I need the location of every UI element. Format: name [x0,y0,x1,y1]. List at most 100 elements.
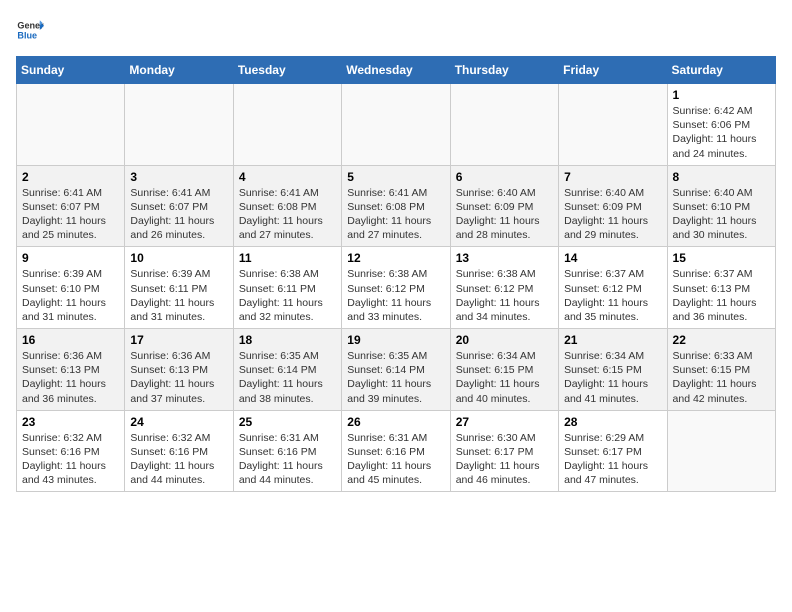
calendar-cell [17,84,125,166]
week-row-2: 2 Sunrise: 6:41 AMSunset: 6:07 PMDaylight… [17,165,776,247]
day-number: 19 [347,333,444,347]
calendar-cell: 20Sunrise: 6:34 AMSunset: 6:15 PMDayligh… [450,329,558,411]
calendar-cell: 15 Sunrise: 6:37 AMSunset: 6:13 PMDayligh… [667,247,775,329]
day-info: Sunrise: 6:31 AMSunset: 6:16 PMDaylight:… [239,431,336,488]
calendar-cell [233,84,341,166]
day-info: Sunrise: 6:32 AMSunset: 6:16 PMDaylight:… [130,431,227,488]
calendar-cell [559,84,667,166]
calendar-cell [125,84,233,166]
day-number: 15 [673,251,770,265]
day-info: Sunrise: 6:35 AMSunset: 6:14 PMDaylight:… [347,349,444,406]
day-info: Sunrise: 6:41 AMSunset: 6:08 PMDaylight:… [347,186,444,243]
calendar-cell: 18 Sunrise: 6:35 AMSunset: 6:14 PMDayligh… [233,329,341,411]
day-info: Sunrise: 6:41 AMSunset: 6:08 PMDaylight:… [239,186,336,243]
day-number: 4 [239,170,336,184]
day-number: 6 [456,170,553,184]
day-number: 20 [456,333,553,347]
day-number: 27 [456,415,553,429]
day-number: 7 [564,170,661,184]
page-header: General Blue [16,16,776,44]
calendar-cell: 25 Sunrise: 6:31 AMSunset: 6:16 PMDayligh… [233,410,341,492]
svg-text:Blue: Blue [17,30,37,40]
day-number: 26 [347,415,444,429]
day-number: 9 [22,251,119,265]
day-info: Sunrise: 6:38 AMSunset: 6:12 PMDaylight:… [347,267,444,324]
day-info: Sunrise: 6:39 AMSunset: 6:10 PMDaylight:… [22,267,119,324]
day-number: 25 [239,415,336,429]
day-number: 2 [22,170,119,184]
weekday-header-friday: Friday [559,57,667,84]
calendar-cell: 28 Sunrise: 6:29 AMSunset: 6:17 PMDayligh… [559,410,667,492]
calendar-cell: 19 Sunrise: 6:35 AMSunset: 6:14 PMDayligh… [342,329,450,411]
day-info: Sunrise: 6:35 AMSunset: 6:14 PMDaylight:… [239,349,336,406]
day-number: 18 [239,333,336,347]
calendar-cell: 3Sunrise: 6:41 AMSunset: 6:07 PMDaylight… [125,165,233,247]
calendar-cell: 8 Sunrise: 6:40 AMSunset: 6:10 PMDaylight… [667,165,775,247]
weekday-header-sunday: Sunday [17,57,125,84]
day-number: 14 [564,251,661,265]
weekday-header-thursday: Thursday [450,57,558,84]
day-info: Sunrise: 6:39 AMSunset: 6:11 PMDaylight:… [130,267,227,324]
weekday-header-tuesday: Tuesday [233,57,341,84]
week-row-3: 9 Sunrise: 6:39 AMSunset: 6:10 PMDaylight… [17,247,776,329]
calendar-cell: 24 Sunrise: 6:32 AMSunset: 6:16 PMDayligh… [125,410,233,492]
day-number: 13 [456,251,553,265]
calendar-cell: 1 Sunrise: 6:42 AMSunset: 6:06 PMDaylight… [667,84,775,166]
day-number: 3 [130,170,227,184]
logo: General Blue [16,16,44,44]
calendar-cell: 12 Sunrise: 6:38 AMSunset: 6:12 PMDayligh… [342,247,450,329]
calendar-cell: 21 Sunrise: 6:34 AMSunset: 6:15 PMDayligh… [559,329,667,411]
calendar-cell: 26 Sunrise: 6:31 AMSunset: 6:16 PMDayligh… [342,410,450,492]
day-number: 23 [22,415,119,429]
calendar-cell: 5 Sunrise: 6:41 AMSunset: 6:08 PMDaylight… [342,165,450,247]
day-info: Sunrise: 6:40 AMSunset: 6:09 PMDaylight:… [456,186,553,243]
weekday-header-wednesday: Wednesday [342,57,450,84]
day-info: Sunrise: 6:37 AMSunset: 6:12 PMDaylight:… [564,267,661,324]
calendar-cell: 17 Sunrise: 6:36 AMSunset: 6:13 PMDayligh… [125,329,233,411]
day-number: 16 [22,333,119,347]
day-number: 12 [347,251,444,265]
day-info: Sunrise: 6:42 AMSunset: 6:06 PMDaylight:… [673,104,770,161]
logo-icon: General Blue [16,16,44,44]
day-number: 8 [673,170,770,184]
day-number: 28 [564,415,661,429]
day-number: 22 [673,333,770,347]
calendar-cell [342,84,450,166]
weekday-header-monday: Monday [125,57,233,84]
calendar-cell: 2 Sunrise: 6:41 AMSunset: 6:07 PMDaylight… [17,165,125,247]
calendar-cell: 10 Sunrise: 6:39 AMSunset: 6:11 PMDayligh… [125,247,233,329]
day-number: 5 [347,170,444,184]
calendar-cell: 7 Sunrise: 6:40 AMSunset: 6:09 PMDaylight… [559,165,667,247]
day-info: Sunrise: 6:31 AMSunset: 6:16 PMDaylight:… [347,431,444,488]
calendar-cell: 14 Sunrise: 6:37 AMSunset: 6:12 PMDayligh… [559,247,667,329]
weekday-header-row: SundayMondayTuesdayWednesdayThursdayFrid… [17,57,776,84]
calendar-cell: 9 Sunrise: 6:39 AMSunset: 6:10 PMDaylight… [17,247,125,329]
calendar-cell [450,84,558,166]
week-row-1: 1 Sunrise: 6:42 AMSunset: 6:06 PMDaylight… [17,84,776,166]
day-number: 21 [564,333,661,347]
calendar-cell: 13 Sunrise: 6:38 AMSunset: 6:12 PMDayligh… [450,247,558,329]
day-info: Sunrise: 6:37 AMSunset: 6:13 PMDaylight:… [673,267,770,324]
day-info: Sunrise: 6:32 AMSunset: 6:16 PMDaylight:… [22,431,119,488]
week-row-4: 16 Sunrise: 6:36 AMSunset: 6:13 PMDayligh… [17,329,776,411]
weekday-header-saturday: Saturday [667,57,775,84]
calendar-cell: 11Sunrise: 6:38 AMSunset: 6:11 PMDayligh… [233,247,341,329]
day-number: 1 [673,88,770,102]
day-info: Sunrise: 6:40 AMSunset: 6:10 PMDaylight:… [673,186,770,243]
day-info: Sunrise: 6:40 AMSunset: 6:09 PMDaylight:… [564,186,661,243]
day-number: 17 [130,333,227,347]
day-info: Sunrise: 6:38 AMSunset: 6:12 PMDaylight:… [456,267,553,324]
day-info: Sunrise: 6:30 AMSunset: 6:17 PMDaylight:… [456,431,553,488]
day-info: Sunrise: 6:41 AMSunset: 6:07 PMDaylight:… [22,186,119,243]
day-info: Sunrise: 6:34 AMSunset: 6:15 PMDaylight:… [564,349,661,406]
day-number: 24 [130,415,227,429]
day-info: Sunrise: 6:29 AMSunset: 6:17 PMDaylight:… [564,431,661,488]
calendar-cell: 16Sunrise: 6:36 AMSunset: 6:13 PMDayligh… [17,329,125,411]
calendar-cell: 22 Sunrise: 6:33 AMSunset: 6:15 PMDayligh… [667,329,775,411]
day-info: Sunrise: 6:33 AMSunset: 6:15 PMDaylight:… [673,349,770,406]
calendar-cell: 6 Sunrise: 6:40 AMSunset: 6:09 PMDaylight… [450,165,558,247]
day-info: Sunrise: 6:36 AMSunset: 6:13 PMDaylight:… [130,349,227,406]
day-number: 10 [130,251,227,265]
calendar-cell [667,410,775,492]
calendar-cell: 4 Sunrise: 6:41 AMSunset: 6:08 PMDaylight… [233,165,341,247]
